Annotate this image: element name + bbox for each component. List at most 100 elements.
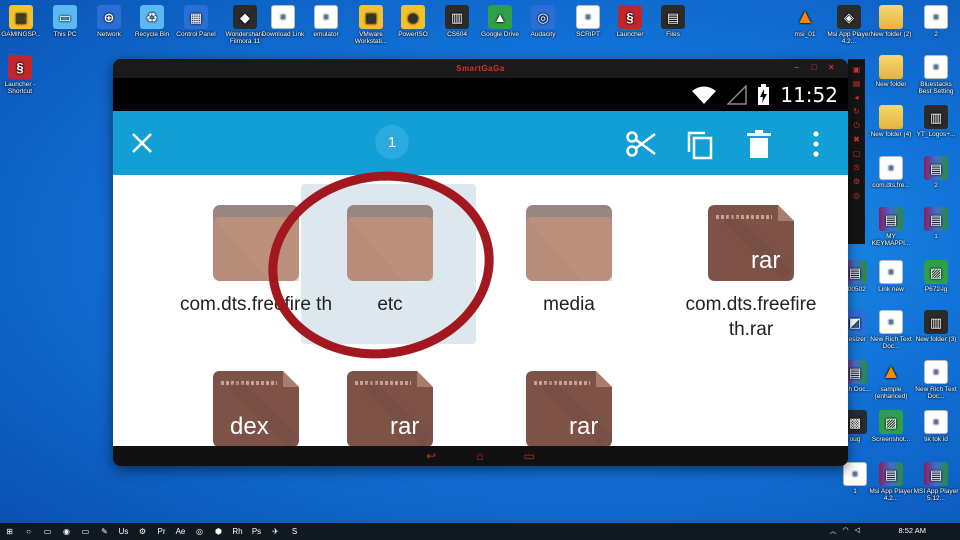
desktop-shortcut[interactable]: ≡ tik tok id	[913, 410, 959, 443]
folder-item[interactable]: etc	[300, 205, 480, 317]
desktop-shortcut[interactable]: New folder (4)	[868, 105, 914, 138]
tray-volume-icon[interactable]: ◁	[855, 526, 860, 536]
desktop-shortcut[interactable]: ▥ CS604	[434, 5, 480, 38]
back-icon[interactable]: ↩	[426, 449, 436, 463]
desktop-shortcut[interactable]: ▤ Files	[650, 5, 696, 38]
recents-icon[interactable]: ▭	[523, 449, 534, 463]
desktop-shortcut-label: Link new	[878, 286, 904, 293]
taskbar-app[interactable]: Us	[114, 523, 133, 540]
taskbar-app[interactable]: ⬢	[209, 523, 228, 540]
taskbar-app[interactable]: Rh	[228, 523, 247, 540]
delete-icon[interactable]	[746, 130, 772, 160]
sidebar-location-icon[interactable]: ⊙	[853, 163, 860, 172]
sidebar-more-icon[interactable]: ◎	[853, 191, 860, 200]
book-icon: ▥	[445, 5, 469, 29]
taskbar-app[interactable]: ⚙	[133, 523, 152, 540]
taskbar-app[interactable]: S	[285, 523, 304, 540]
desktop-shortcut[interactable]: New folder (2)	[868, 5, 914, 38]
desktop-shortcut[interactable]: ◉ PowerISO	[390, 5, 436, 38]
files-icon: ▤	[661, 5, 685, 29]
home-icon[interactable]: ⌂	[476, 449, 483, 463]
desktop-shortcut[interactable]: ▭ This PC	[42, 5, 88, 38]
desktop-shortcut[interactable]: ≡ New Rich Text Doc...	[868, 310, 914, 350]
selection-appbar: 1	[113, 111, 848, 175]
desktop-shortcut[interactable]: § Launcher - Shortcut	[0, 55, 43, 95]
sidebar-screen-icon[interactable]: ▤	[853, 79, 861, 88]
close-window-button[interactable]: ×	[829, 62, 834, 72]
desktop-shortcut[interactable]: ▤ 1	[913, 207, 959, 240]
taskbar-app[interactable]: ▭	[38, 523, 57, 540]
desktop-shortcut[interactable]: ▥ YT_Logos+...	[913, 105, 959, 138]
copy-icon[interactable]	[685, 130, 715, 160]
launcher-icon: §	[618, 5, 642, 29]
maximize-button[interactable]: □	[811, 62, 816, 72]
taskbar-app[interactable]: ▭	[76, 523, 95, 540]
taskbar-app[interactable]: ○	[19, 523, 38, 540]
desktop-shortcut[interactable]: ▣ VMware Workstati...	[348, 5, 394, 45]
sidebar-keyboard-icon[interactable]: ▣	[853, 65, 861, 74]
desktop-shortcut[interactable]: § Launcher	[607, 5, 653, 38]
desktop-shortcut-label: YT_Logos+...	[916, 131, 956, 138]
sidebar-screenshot-icon[interactable]: ▢	[853, 149, 861, 158]
close-selection-icon[interactable]	[129, 130, 155, 156]
sidebar-rotate-icon[interactable]: ↻	[853, 107, 860, 116]
sidebar-close-icon[interactable]: ✖	[853, 135, 860, 144]
desktop-shortcut[interactable]: ▲ msi_01	[782, 5, 828, 39]
desktop-shortcut[interactable]: ≡ Bluestacks Best Setting	[913, 55, 959, 95]
rar-icon: ▤	[924, 156, 948, 180]
folder-item[interactable]: media	[479, 205, 659, 317]
tray-wifi-icon[interactable]: ◠	[843, 526, 849, 536]
more-options-icon[interactable]	[811, 130, 821, 158]
archive-item[interactable]: rar	[479, 371, 659, 458]
desktop-shortcut[interactable]: ▤ 2	[913, 156, 959, 189]
archive-item[interactable]: rar	[300, 371, 480, 458]
desktop-shortcut[interactable]: ≡ com.dts.fre...	[868, 156, 914, 189]
folder-icon	[879, 105, 903, 129]
tray-chevron-icon[interactable]: ︿	[830, 526, 837, 536]
desktop-shortcut[interactable]: ▥ GAMINGSP...	[0, 5, 44, 38]
taskbar-app[interactable]: ✎	[95, 523, 114, 540]
emulator-titlebar[interactable]: SmartGaGa – □ ×	[113, 59, 848, 78]
desktop-shortcut[interactable]: ♻ Recycle Bin	[129, 5, 175, 38]
minimize-button[interactable]: –	[794, 62, 799, 72]
desktop-shortcut-label: Msi App Player 4.2...	[827, 31, 871, 45]
taskbar-clock[interactable]: 8:52 AM	[898, 526, 926, 535]
desktop-shortcut-label: New Rich Text Doc...	[870, 336, 912, 350]
desktop-shortcut[interactable]: New folder	[868, 55, 914, 88]
sidebar-settings-icon[interactable]: ⚙	[853, 177, 860, 186]
taskbar-app[interactable]: Pr	[152, 523, 171, 540]
system-tray[interactable]: ︿ ◠ ◁	[830, 526, 861, 536]
desktop-shortcut[interactable]: ≡ 2	[913, 5, 959, 38]
desktop-shortcut[interactable]: ◎ Audacity	[520, 5, 566, 38]
sidebar-volume-icon[interactable]: ◂	[854, 93, 858, 102]
taskbar-app[interactable]: Ps	[247, 523, 266, 540]
desktop-shortcut[interactable]: ≡ emulator	[303, 5, 349, 38]
desktop-shortcut-label: PowerISO	[398, 31, 428, 38]
desktop-shortcut[interactable]: ▦ Control Panel	[173, 5, 219, 38]
desktop-shortcut[interactable]: ⊕ Network	[86, 5, 132, 38]
gaming-icon: ▥	[9, 5, 33, 29]
taskbar-app[interactable]: ◉	[57, 523, 76, 540]
taskbar-app[interactable]: Ae	[171, 523, 190, 540]
desktop-shortcut[interactable]: ▤ MSI App Player 5.12...	[913, 462, 959, 502]
sidebar-power-icon[interactable]: ⏻	[853, 121, 859, 130]
desktop-shortcut[interactable]: ▲ sample (enhanced)	[868, 360, 914, 401]
taskbar-app[interactable]: ◎	[190, 523, 209, 540]
desktop-shortcut[interactable]: ◈ Msi App Player 4.2...	[826, 5, 872, 45]
desktop-shortcut[interactable]: ≡ Download Link	[260, 5, 306, 38]
desktop-shortcut[interactable]: ≡ New Rich Text Doc...	[913, 360, 959, 400]
desktop-shortcut[interactable]: ▤ MY KEYMAPPI...	[868, 207, 914, 247]
filmora-icon: ◆	[233, 5, 257, 29]
desktop-shortcut[interactable]: ▲ Google Drive	[477, 5, 523, 38]
desktop-shortcut[interactable]: ≡ SCRIPT	[565, 5, 611, 38]
cut-icon[interactable]	[625, 130, 657, 158]
desktop-shortcut[interactable]: ▨ P672-lg	[913, 260, 959, 293]
desktop-shortcut[interactable]: ≡ Link new	[868, 260, 914, 293]
taskbar-app[interactable]: ⊞	[0, 523, 19, 540]
desktop-shortcut[interactable]: ▥ New folder (3)	[913, 310, 959, 343]
archive-item[interactable]: rar com.dts.freefire th.rar	[661, 205, 841, 342]
desktop-shortcut[interactable]: ▨ Screenshot...	[868, 410, 914, 443]
desktop-shortcut[interactable]: ▤ Msi App Player 4.2...	[868, 462, 914, 502]
android-statusbar: 11:52	[113, 78, 848, 111]
taskbar-app[interactable]: ✈	[266, 523, 285, 540]
